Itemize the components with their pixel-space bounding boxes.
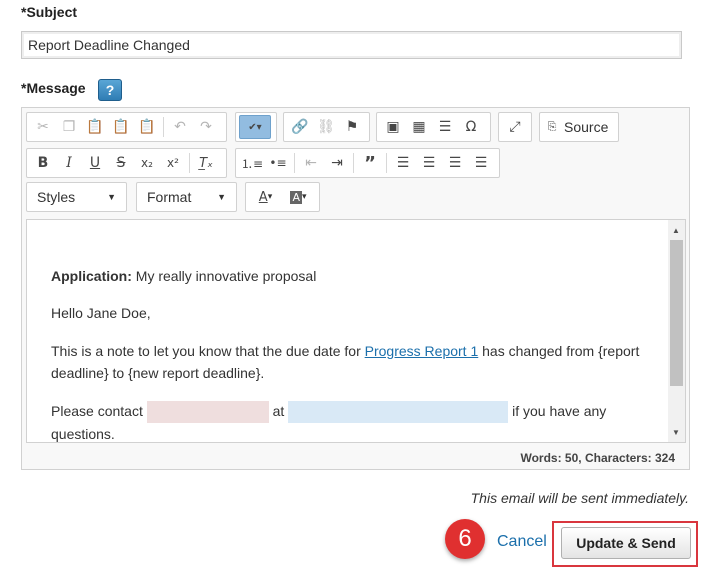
- styles-dropdown-label: Styles: [37, 189, 76, 205]
- basicstyles-toolbar-group: B I U S x₂ x² T̲ₓ: [26, 148, 227, 178]
- source-button[interactable]: ⎘ Source: [539, 112, 619, 142]
- clipboard-toolbar-group: ✂ ❐ 📋 📋 📋 ↶ ↷: [26, 112, 227, 142]
- source-label: Source: [564, 119, 609, 135]
- subject-input[interactable]: [21, 31, 682, 59]
- toolbar-separator: [294, 153, 295, 173]
- underline-icon[interactable]: U: [82, 151, 108, 175]
- paste-icon[interactable]: 📋: [82, 115, 108, 139]
- copy-icon[interactable]: ❐: [56, 115, 82, 139]
- scroll-up-icon[interactable]: ▲: [672, 226, 680, 235]
- source-icon: ⎘: [547, 120, 557, 133]
- scroll-thumb[interactable]: [670, 240, 683, 386]
- horizontal-line-icon[interactable]: ☰: [432, 115, 458, 139]
- styles-dropdown[interactable]: Styles ▼: [26, 182, 127, 212]
- text-color-icon[interactable]: A ▾: [249, 185, 282, 209]
- bold-icon[interactable]: B: [30, 151, 56, 175]
- application-label: Application:: [51, 268, 132, 284]
- blockquote-icon[interactable]: ”: [357, 151, 383, 175]
- toolbar-separator: [386, 153, 387, 173]
- note-paragraph: This is a note to let you know that the …: [51, 340, 651, 384]
- scroll-down-icon[interactable]: ▼: [672, 428, 680, 437]
- toolbar-separator: [189, 153, 190, 173]
- table-icon[interactable]: ▦: [406, 115, 432, 139]
- paragraph-toolbar-group: ⒈≡ •≡ ⇤ ⇥ ” ☰ ☰ ☰ ☰: [235, 148, 500, 178]
- editor-content-area[interactable]: Application: My really innovative propos…: [26, 219, 686, 443]
- superscript-icon[interactable]: x²: [160, 151, 186, 175]
- chevron-down-icon: ▼: [107, 192, 116, 202]
- rich-text-editor: ✂ ❐ 📋 📋 📋 ↶ ↷ ✔▾ 🔗 ⛓ ⚑ ▣ ▦ ☰ Ω ⤢ ⎘ Sourc…: [21, 107, 690, 470]
- maximize-toolbar-group: ⤢: [498, 112, 532, 142]
- insert-toolbar-group: ▣ ▦ ☰ Ω: [376, 112, 491, 142]
- justify-icon[interactable]: ☰: [468, 151, 494, 175]
- format-dropdown-label: Format: [147, 189, 192, 205]
- toolbar-separator: [163, 117, 164, 137]
- undo-icon[interactable]: ↶: [167, 115, 193, 139]
- contact-paragraph: Please contact at if you have any questi…: [51, 400, 651, 442]
- help-icon[interactable]: ?: [98, 79, 122, 101]
- background-color-icon[interactable]: A ▾: [282, 185, 315, 209]
- format-dropdown[interactable]: Format ▼: [136, 182, 237, 212]
- contact-text-at: at: [272, 403, 285, 419]
- remove-format-icon[interactable]: T̲ₓ: [193, 151, 219, 175]
- note-text-before: This is a note to let you know that the …: [51, 343, 361, 359]
- italic-icon[interactable]: I: [56, 151, 82, 175]
- cut-icon[interactable]: ✂: [30, 115, 56, 139]
- link-icon[interactable]: 🔗: [287, 115, 313, 139]
- paste-text-icon[interactable]: 📋: [108, 115, 134, 139]
- spellcheck-icon[interactable]: ✔▾: [239, 115, 271, 139]
- greeting-line: Hello Jane Doe,: [51, 305, 151, 321]
- strike-icon[interactable]: S: [108, 151, 134, 175]
- subject-label-text: Subject: [26, 4, 78, 20]
- subject-label: *Subject: [21, 4, 77, 20]
- editor-scrollbar[interactable]: ▲ ▼: [668, 220, 685, 442]
- cancel-link[interactable]: Cancel: [497, 533, 547, 551]
- colors-toolbar-group: A ▾ A ▾: [245, 182, 320, 212]
- numbered-list-icon[interactable]: ⒈≡: [239, 151, 265, 175]
- contact-text-before: Please contact: [51, 403, 143, 419]
- link-toolbar-group: 🔗 ⛓ ⚑: [283, 112, 370, 142]
- redo-icon[interactable]: ↷: [193, 115, 219, 139]
- paste-word-icon[interactable]: 📋: [134, 115, 160, 139]
- message-label: *Message: [21, 80, 86, 96]
- align-left-icon[interactable]: ☰: [390, 151, 416, 175]
- anchor-icon[interactable]: ⚑: [339, 115, 365, 139]
- application-value: My really innovative proposal: [135, 268, 317, 284]
- update-and-send-button[interactable]: Update & Send: [561, 527, 691, 559]
- maximize-icon[interactable]: ⤢: [502, 115, 528, 139]
- toolbar-separator: [353, 153, 354, 173]
- redacted-email: [288, 401, 509, 424]
- send-notice: This email will be sent immediately.: [470, 490, 689, 506]
- align-right-icon[interactable]: ☰: [442, 151, 468, 175]
- application-line: Application: My really innovative propos…: [51, 265, 651, 287]
- indent-icon[interactable]: ⇥: [324, 151, 350, 175]
- word-count: Words: 50, Characters: 324: [520, 451, 675, 465]
- bulleted-list-icon[interactable]: •≡: [265, 151, 291, 175]
- spellcheck-toolbar-group: ✔▾: [235, 112, 277, 142]
- align-center-icon[interactable]: ☰: [416, 151, 442, 175]
- subscript-icon[interactable]: x₂: [134, 151, 160, 175]
- special-char-icon[interactable]: Ω: [458, 115, 484, 139]
- progress-report-link[interactable]: Progress Report 1: [365, 343, 479, 359]
- message-label-text: Message: [26, 80, 86, 96]
- redacted-name: [146, 401, 269, 424]
- image-icon[interactable]: ▣: [380, 115, 406, 139]
- unlink-icon[interactable]: ⛓: [313, 115, 339, 139]
- step-number-badge: 6: [445, 519, 485, 559]
- chevron-down-icon: ▼: [217, 192, 226, 202]
- outdent-icon[interactable]: ⇤: [298, 151, 324, 175]
